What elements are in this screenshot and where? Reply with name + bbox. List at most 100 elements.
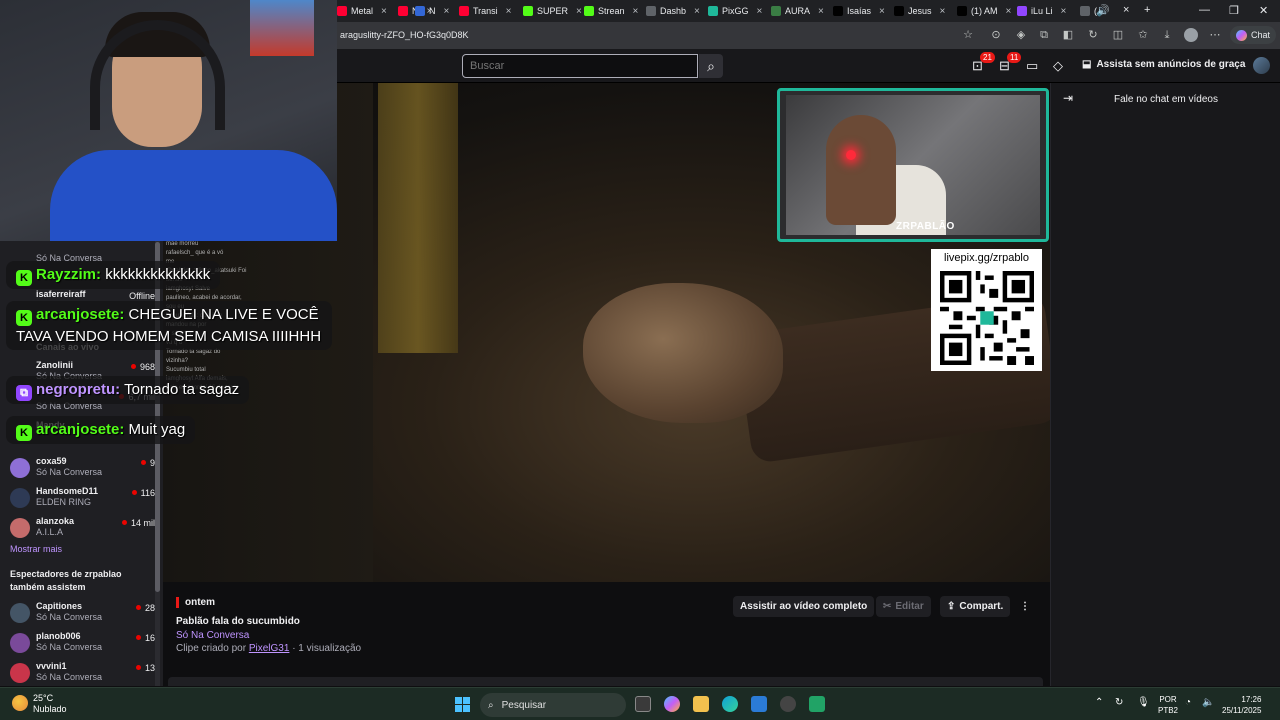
system-clock[interactable]: 17:26 25/11/2025 [1222, 694, 1261, 716]
sidebar-channel-row[interactable]: planob006 Só Na Conversa 16 [10, 629, 155, 659]
notifications-button[interactable]: ⊟ 11 [999, 52, 1022, 74]
tab-close-icon[interactable]: × [576, 6, 582, 17]
tab-close-icon[interactable]: × [1123, 4, 1129, 16]
start-button[interactable] [455, 697, 470, 712]
extension-icon[interactable]: ⊙ [989, 28, 1003, 42]
weather-condition: Nublado [33, 704, 67, 714]
edge-browser-icon[interactable] [722, 696, 738, 712]
tray-sync-icon[interactable]: ↻ [1115, 697, 1123, 708]
bookmark-star-icon[interactable]: ☆ [961, 28, 975, 42]
tray-chevron-icon[interactable]: ⌃ [1095, 697, 1103, 708]
tab-favicon-icon [708, 6, 718, 16]
tab-close-icon[interactable]: × [381, 6, 387, 17]
browser-tab[interactable]: AURA × [771, 2, 824, 20]
tab-close-icon[interactable]: × [818, 6, 824, 17]
clip-category-link[interactable]: Só Na Conversa [176, 630, 249, 641]
scissors-icon: ✂ [883, 601, 892, 612]
favorites-icon[interactable]: ✩ [1136, 28, 1150, 42]
video-chat-title: Fale no chat em vídeos [1114, 94, 1218, 105]
chat-username: arcanjosete: [36, 306, 125, 323]
browser-tab[interactable]: ( [1080, 2, 1097, 20]
inbox-button[interactable]: ⊡ 21 [972, 52, 995, 74]
browser-tab[interactable]: Metal × [337, 2, 387, 20]
browser-tab[interactable]: Dashb × [646, 2, 700, 20]
sidebar-channel-name: Zanolinii [36, 360, 73, 370]
profile-icon[interactable] [1184, 28, 1198, 42]
tab-close-icon[interactable]: × [940, 6, 946, 17]
url-text[interactable]: araguslitty-rZFO_HO-fG3q0D8K [340, 30, 469, 40]
clip-creator-link[interactable]: PixelG31 [249, 643, 290, 654]
sidebar-channel-game: ELDEN RING [36, 497, 92, 507]
video-frame-light [378, 83, 458, 353]
restore-icon[interactable]: ❐ [1229, 4, 1239, 17]
wifi-icon[interactable]: ◔ [1185, 697, 1191, 708]
more-vertical-icon: ⋮ [1020, 601, 1030, 612]
volume-icon[interactable]: 🔈 [1202, 697, 1214, 708]
sidebar-channel-row[interactable]: alanzoka A.I.L.A 14 mil [10, 514, 155, 544]
browser-tab[interactable]: N× [415, 2, 449, 20]
file-explorer-icon[interactable] [693, 696, 709, 712]
split-screen-icon[interactable]: ◫ [1111, 28, 1125, 42]
language-indicator[interactable]: POR PTB2 [1158, 694, 1178, 716]
watch-full-video-button[interactable]: Assistir ao vídeo completo [733, 596, 875, 617]
share-button[interactable]: ⇪ Compart. [940, 596, 1011, 617]
shield-extension-icon[interactable]: ◈ [1014, 28, 1028, 42]
kick-logo-icon: K [16, 270, 32, 286]
tab-favicon-icon [584, 6, 594, 16]
browser-tab[interactable]: iLu Li × [1017, 2, 1066, 20]
tab-close-icon[interactable]: × [757, 6, 763, 17]
search-button[interactable]: ⌕ [699, 54, 723, 78]
steam-icon[interactable] [780, 696, 796, 712]
browser-tab[interactable]: Jesus × [894, 2, 945, 20]
task-view-icon[interactable] [635, 696, 651, 712]
download-icon[interactable]: ⤓ [1160, 28, 1174, 42]
sidebar-channel-row[interactable]: Capitiones Só Na Conversa 28 [10, 599, 155, 629]
browser-tab[interactable]: Isaías × [833, 2, 885, 20]
sidebar-channel-name: planob006 [36, 631, 81, 641]
microphone-icon[interactable]: 🎙 [1137, 697, 1150, 708]
browser-tab[interactable]: SUPER × [523, 2, 582, 20]
whispers-button[interactable]: ▭ [1026, 58, 1038, 74]
tab-close-icon[interactable]: × [879, 6, 885, 17]
minimize-icon[interactable]: — [1199, 4, 1210, 16]
bits-button[interactable]: ◇ [1053, 58, 1063, 74]
tab-close-icon[interactable]: × [1061, 6, 1067, 17]
volume-tab-icon[interactable]: 🔊 [1096, 4, 1110, 17]
new-tab-icon[interactable]: + [1144, 4, 1150, 16]
translate-icon[interactable]: ⧉ [1037, 28, 1051, 42]
sidebar-channel-row[interactable]: vvvini1 Só Na Conversa 13 [10, 659, 155, 689]
show-more-link[interactable]: Mostrar mais [10, 544, 62, 554]
avatar [10, 633, 30, 653]
weather-widget[interactable]: 25°C Nublado [12, 693, 67, 715]
taskbar-search[interactable]: ⌕ Pesquisar [480, 693, 626, 717]
tab-close-icon[interactable]: × [694, 6, 700, 17]
browser-tab[interactable]: Transi × [459, 2, 512, 20]
edit-clip-button[interactable]: ✂ Editar [876, 596, 931, 617]
tab-close-icon[interactable]: × [506, 6, 512, 17]
refresh-icon[interactable]: ↻ [1086, 28, 1100, 42]
store-icon[interactable] [751, 696, 767, 712]
copilot-app-icon[interactable] [664, 696, 680, 712]
tab-close-icon[interactable]: × [633, 6, 639, 17]
video-frame-fist [583, 283, 783, 423]
windows-logo-tile [455, 697, 462, 704]
close-window-icon[interactable]: ✕ [1259, 4, 1268, 17]
tab-favicon-icon [833, 6, 843, 16]
sidebar-channel-row[interactable]: HandsomeD11 ELDEN RING 116 [10, 484, 155, 514]
browser-tab[interactable]: PixGG × [708, 2, 762, 20]
browser-tab[interactable]: Strean × [584, 2, 638, 20]
search-input[interactable] [462, 54, 698, 78]
tab-close-icon[interactable]: × [1006, 6, 1012, 17]
copilot-chat-button[interactable]: Chat [1230, 26, 1277, 44]
spreadsheet-icon[interactable] [809, 696, 825, 712]
sidebar-channel-row[interactable]: coxa59 Só Na Conversa 9 [10, 454, 155, 484]
more-options-button[interactable]: ⋮ [1017, 596, 1033, 617]
ad-free-button[interactable]: ⬓ Assista sem anúncios de graça [1082, 59, 1245, 70]
tab-close-icon[interactable]: × [444, 6, 450, 17]
media-icon[interactable]: ◧ [1061, 28, 1075, 42]
user-avatar[interactable] [1253, 57, 1270, 74]
menu-dots-icon[interactable]: ⋯ [1208, 28, 1222, 42]
notifications-badge: 11 [1007, 52, 1022, 63]
search-icon: ⌕ [488, 699, 494, 711]
browser-tab[interactable]: (1) AM × [957, 2, 1011, 20]
